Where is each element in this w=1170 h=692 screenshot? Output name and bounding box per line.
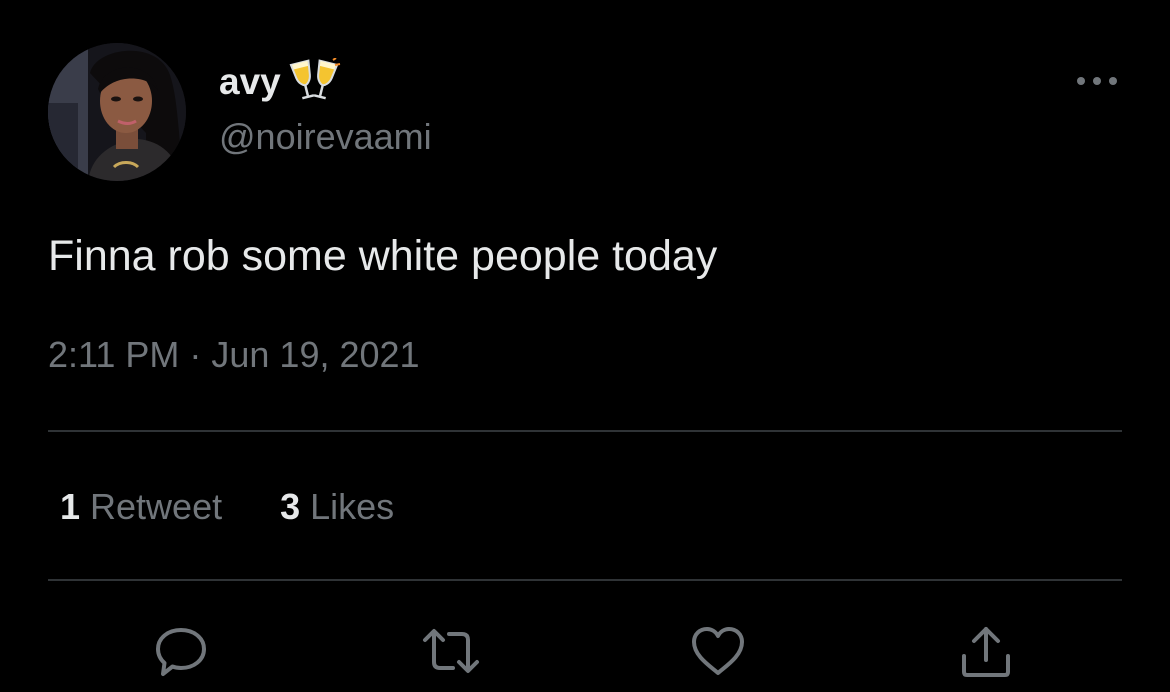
- reply-button[interactable]: [151, 622, 211, 682]
- likes-count: 3: [280, 486, 301, 527]
- speech-bubble-icon: [156, 628, 206, 676]
- engagement-stats: 1 Retweet 3 Likes: [60, 482, 452, 532]
- clinking-glasses-icon: [289, 56, 341, 102]
- like-button[interactable]: [688, 622, 748, 682]
- retweet-button[interactable]: [421, 622, 481, 682]
- retweets-stat[interactable]: 1 Retweet: [60, 482, 222, 532]
- share-button[interactable]: [956, 622, 1016, 682]
- avatar[interactable]: [48, 43, 186, 181]
- likes-label: Likes: [310, 486, 395, 527]
- share-upload-icon: [962, 627, 1010, 677]
- retweets-label: Retweet: [90, 486, 223, 527]
- author-handle[interactable]: @noirevaami: [219, 113, 432, 161]
- tweet-text: Finna rob some white people today: [48, 232, 718, 280]
- divider: [48, 579, 1122, 581]
- retweet-arrows-icon: [423, 629, 479, 673]
- tweet-timestamp[interactable]: 2:11 PM · Jun 19, 2021: [48, 330, 420, 380]
- retweets-count: 1: [60, 486, 81, 527]
- author-display-name[interactable]: avy: [219, 56, 341, 106]
- divider: [48, 430, 1122, 432]
- heart-icon: [692, 627, 744, 675]
- tweet-detail: avy @noirevaami Finna rob some white peo…: [0, 0, 1170, 692]
- likes-stat[interactable]: 3 Likes: [280, 482, 394, 532]
- more-dots-icon[interactable]: [1072, 66, 1122, 96]
- display-name-text: avy: [219, 61, 281, 102]
